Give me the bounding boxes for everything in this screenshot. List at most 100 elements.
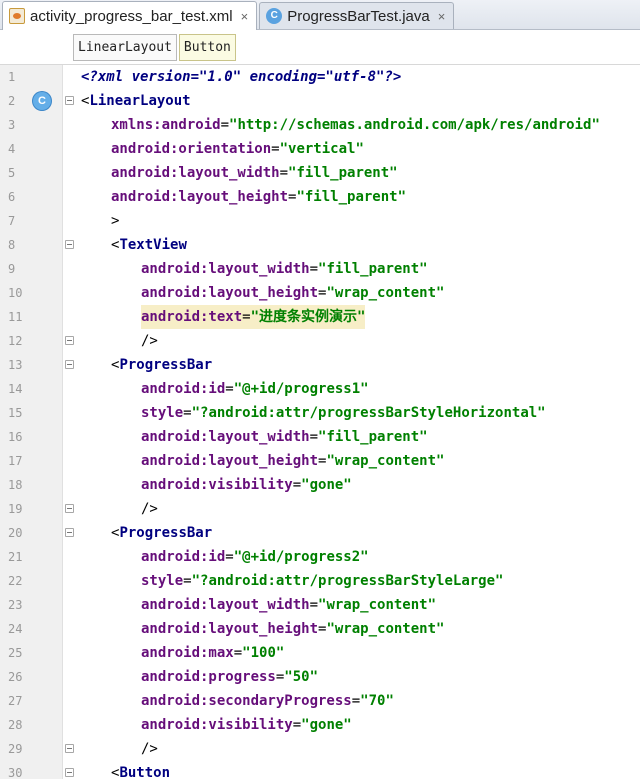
- fold-toggle-icon[interactable]: [65, 96, 74, 105]
- tab-progressbartest-java[interactable]: C ProgressBarTest.java ×: [259, 2, 455, 29]
- code-text: android:max="100": [141, 641, 284, 665]
- breadcrumb-item-button[interactable]: Button: [178, 33, 236, 61]
- code-token-punct: =: [220, 117, 230, 133]
- code-line[interactable]: 5 android:layout_width="fill_parent": [0, 161, 640, 185]
- fold-toggle-icon[interactable]: [65, 768, 74, 777]
- code-token-attr: android:layout_width: [111, 165, 280, 181]
- line-number: 16: [8, 430, 23, 444]
- line-number: 30: [8, 766, 23, 779]
- code-token-str: "vertical": [279, 141, 364, 157]
- code-line[interactable]: 26 android:progress="50": [0, 665, 640, 689]
- code-line[interactable]: 22 style="?android:attr/progressBarStyleL…: [0, 569, 640, 593]
- code-line[interactable]: 20 <ProgressBar: [0, 521, 640, 545]
- code-line[interactable]: 18 android:visibility="gone": [0, 473, 640, 497]
- related-class-icon[interactable]: C: [33, 92, 51, 110]
- code-line[interactable]: 4 android:orientation="vertical": [0, 137, 640, 161]
- close-icon[interactable]: ×: [241, 9, 249, 24]
- code-line[interactable]: 11 android:text="进度条实例演示": [0, 305, 640, 329]
- code-token-attr: android:text: [141, 309, 243, 325]
- code-token-str: "@+id/progress1": [233, 381, 369, 397]
- fold-toggle-icon[interactable]: [65, 504, 74, 513]
- line-number: 14: [8, 382, 23, 396]
- code-token-str: "gone": [301, 717, 352, 733]
- fold-toggle-icon[interactable]: [65, 240, 74, 249]
- code-text: <?xml version="1.0" encoding="utf-8"?>: [81, 65, 401, 89]
- code-text: >: [111, 209, 119, 233]
- code-line[interactable]: 24 android:layout_height="wrap_content": [0, 617, 640, 641]
- code-token-attr: android:id: [141, 381, 226, 397]
- breadcrumb-item-linearlayout[interactable]: LinearLayout: [73, 33, 177, 61]
- fold-toggle-icon[interactable]: [65, 360, 74, 369]
- code-text: <Button: [111, 761, 170, 779]
- java-class-icon: C: [266, 8, 283, 24]
- code-line[interactable]: 30 <Button: [0, 761, 640, 779]
- line-number: 2: [8, 94, 16, 108]
- code-text: style="?android:attr/progressBarStyleHor…: [141, 401, 546, 425]
- tab-activity-progress-bar-xml[interactable]: activity_progress_bar_test.xml ×: [2, 1, 258, 30]
- code-text: android:id="@+id/progress2": [141, 545, 369, 569]
- code-text: <LinearLayout: [81, 89, 191, 113]
- code-token-attr: android:layout_width: [141, 261, 310, 277]
- code-line[interactable]: 2 <LinearLayout C: [0, 89, 640, 113]
- line-number: 22: [8, 574, 23, 588]
- line-number: 25: [8, 646, 23, 660]
- line-number: 12: [8, 334, 23, 348]
- code-token-attr: style: [141, 405, 184, 421]
- tab-label: activity_progress_bar_test.xml: [30, 7, 233, 25]
- code-line[interactable]: 9 android:layout_width="fill_parent": [0, 257, 640, 281]
- code-token-str: "100": [242, 645, 285, 661]
- line-number: 10: [8, 286, 23, 300]
- code-line[interactable]: 17 android:layout_height="wrap_content": [0, 449, 640, 473]
- code-line[interactable]: 29 />: [0, 737, 640, 761]
- code-line[interactable]: 16 android:layout_width="fill_parent": [0, 425, 640, 449]
- code-token-str: "fill_parent": [318, 429, 428, 445]
- line-number: 15: [8, 406, 23, 420]
- code-token-attr: android:secondaryProgress: [141, 693, 352, 709]
- code-token-attr: android:id: [141, 549, 226, 565]
- code-line[interactable]: 3 xmlns:android="http://schemas.android.c…: [0, 113, 640, 137]
- code-token-attr: style: [141, 573, 184, 589]
- code-token-str: "@+id/progress2": [233, 549, 369, 565]
- line-number: 11: [8, 310, 23, 324]
- code-line[interactable]: 8 <TextView: [0, 233, 640, 257]
- code-line[interactable]: 13 <ProgressBar: [0, 353, 640, 377]
- line-number: 3: [8, 118, 16, 132]
- code-line[interactable]: 19 />: [0, 497, 640, 521]
- code-line[interactable]: 25 android:max="100": [0, 641, 640, 665]
- code-line[interactable]: 1 <?xml version="1.0" encoding="utf-8"?>: [0, 65, 640, 89]
- code-text: <ProgressBar: [111, 521, 212, 545]
- code-line[interactable]: 23 android:layout_width="wrap_content": [0, 593, 640, 617]
- code-line[interactable]: 15 style="?android:attr/progressBarStyleH…: [0, 401, 640, 425]
- code-text: />: [141, 329, 158, 353]
- code-line[interactable]: 28 android:visibility="gone": [0, 713, 640, 737]
- code-token-attr: android:max: [141, 645, 234, 661]
- line-number: 4: [8, 142, 16, 156]
- close-icon[interactable]: ×: [438, 9, 446, 24]
- code-line[interactable]: 7 >: [0, 209, 640, 233]
- line-number: 26: [8, 670, 23, 684]
- code-token-punct: >: [111, 213, 120, 229]
- code-token-attr: android:layout_width: [141, 429, 310, 445]
- code-line[interactable]: 21 android:id="@+id/progress2": [0, 545, 640, 569]
- code-line[interactable]: 10 android:layout_height="wrap_content": [0, 281, 640, 305]
- line-number: 1: [8, 70, 16, 84]
- code-line[interactable]: 27 android:secondaryProgress="70": [0, 689, 640, 713]
- line-number: 9: [8, 262, 16, 276]
- line-number: 18: [8, 478, 23, 492]
- code-token-punct: =: [225, 549, 234, 565]
- line-number: 19: [8, 502, 23, 516]
- code-line[interactable]: 12 />: [0, 329, 640, 353]
- fold-toggle-icon[interactable]: [65, 336, 74, 345]
- code-token-attr: xmlns:android: [111, 117, 221, 133]
- fold-toggle-icon[interactable]: [65, 528, 74, 537]
- code-token-str: "50": [284, 669, 319, 685]
- code-token-punct: =: [225, 381, 234, 397]
- fold-toggle-icon[interactable]: [65, 744, 74, 753]
- code-text: android:layout_height="wrap_content": [141, 449, 444, 473]
- code-editor[interactable]: 1 <?xml version="1.0" encoding="utf-8"?> 2…: [0, 65, 640, 779]
- code-line[interactable]: 14 android:id="@+id/progress1": [0, 377, 640, 401]
- code-text: android:layout_height="wrap_content": [141, 281, 444, 305]
- code-line[interactable]: 6 android:layout_height="fill_parent": [0, 185, 640, 209]
- code-token-punct: =: [183, 405, 192, 421]
- code-token-str: "fill_parent": [296, 189, 407, 205]
